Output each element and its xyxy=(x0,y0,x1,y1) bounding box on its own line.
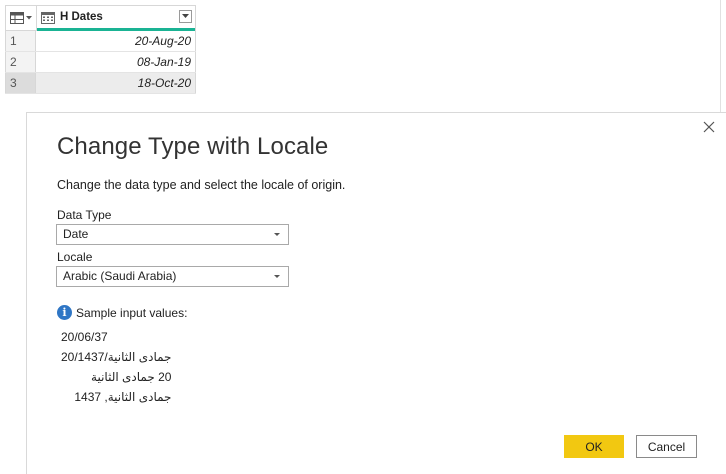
list-item: 20 جمادى الثانية xyxy=(91,370,172,384)
table-menu-button[interactable] xyxy=(6,6,37,30)
row-number[interactable]: 3 xyxy=(5,73,36,93)
chevron-down-icon xyxy=(274,275,280,278)
column-header-label: H Dates xyxy=(60,11,103,23)
close-icon[interactable] xyxy=(702,120,716,134)
list-item: 20/06/37 xyxy=(61,330,108,344)
table-row[interactable]: 2 08-Jan-19 xyxy=(5,52,196,73)
row-number[interactable]: 1 xyxy=(5,31,36,51)
column-header-h-dates[interactable]: H Dates xyxy=(37,6,195,31)
grid-body: 1 20-Aug-20 2 08-Jan-19 3 18-Oct-20 xyxy=(5,31,196,94)
table-icon xyxy=(10,12,24,24)
change-type-locale-dialog: Change Type with Locale Change the data … xyxy=(26,112,726,474)
sample-values-list: 20/06/37 جمادى الثانية/20/1437 20 جمادى … xyxy=(61,327,171,407)
sample-heading: Sample input values: xyxy=(76,305,188,320)
table-cell[interactable]: 18-Oct-20 xyxy=(36,73,196,93)
data-type-value: Date xyxy=(63,227,89,241)
table-row[interactable]: 1 20-Aug-20 xyxy=(5,31,196,52)
table-cell[interactable]: 08-Jan-19 xyxy=(36,52,196,72)
table-row[interactable]: 3 18-Oct-20 xyxy=(5,73,196,94)
chevron-down-icon xyxy=(182,14,189,18)
locale-select[interactable]: Arabic (Saudi Arabia) xyxy=(56,266,289,287)
chevron-down-icon xyxy=(26,16,32,20)
grid-header: H Dates xyxy=(5,5,196,31)
dialog-subtitle: Change the data type and select the loca… xyxy=(57,178,346,192)
cancel-button[interactable]: Cancel xyxy=(636,435,697,458)
chevron-down-icon xyxy=(274,233,280,236)
calendar-icon xyxy=(41,11,55,24)
locale-value: Arabic (Saudi Arabia) xyxy=(63,269,177,283)
column-filter-button[interactable] xyxy=(179,10,192,23)
data-type-select[interactable]: Date xyxy=(56,224,289,245)
ok-button[interactable]: OK xyxy=(564,435,624,458)
pane-divider xyxy=(720,0,721,112)
locale-label: Locale xyxy=(57,250,93,264)
table-cell[interactable]: 20-Aug-20 xyxy=(36,31,196,51)
row-number[interactable]: 2 xyxy=(5,52,36,72)
list-item: جمادى الثانية/20/1437 xyxy=(61,350,172,364)
sample-heading-row: i Sample input values: xyxy=(57,305,187,320)
info-icon: i xyxy=(57,305,72,320)
list-item: جمادى الثانية, 1437 xyxy=(74,390,172,404)
dialog-title: Change Type with Locale xyxy=(57,133,329,160)
data-type-label: Data Type xyxy=(57,208,112,222)
